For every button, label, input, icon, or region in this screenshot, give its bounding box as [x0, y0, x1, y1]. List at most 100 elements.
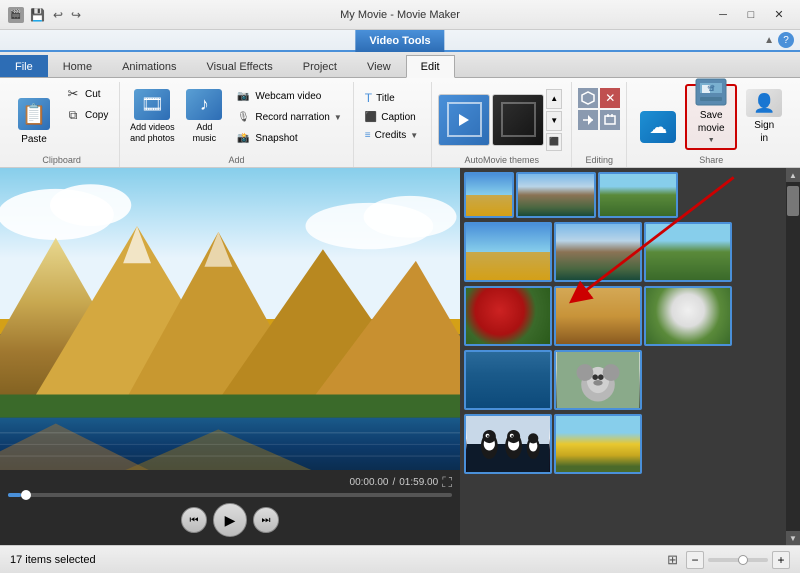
current-time: 00:00.00: [350, 477, 389, 488]
clip-item-partial-3[interactable]: [598, 172, 678, 218]
zoom-out-button[interactable]: −: [686, 551, 704, 569]
narration-dropdown-icon[interactable]: ▼: [334, 113, 342, 122]
title-button[interactable]: T Title: [360, 88, 423, 108]
clipboard-col: ✂ Cut ⧉ Copy: [60, 84, 113, 125]
clipboard-group-label: Clipboard: [4, 155, 119, 165]
clip-item-1[interactable]: [464, 222, 552, 282]
play-button[interactable]: ▶: [213, 503, 247, 537]
clip-item-9[interactable]: [464, 414, 552, 474]
progress-bar[interactable]: [8, 493, 452, 497]
tab-animations[interactable]: Animations: [107, 55, 191, 77]
close-button[interactable]: ✕: [766, 5, 792, 25]
theme-item-2[interactable]: [492, 94, 544, 146]
clip-item-partial-2[interactable]: [516, 172, 596, 218]
tab-project[interactable]: Project: [288, 55, 352, 77]
onedrive-icon: ☁: [640, 111, 676, 143]
clip-item-6[interactable]: [644, 286, 732, 346]
progress-thumb[interactable]: [21, 490, 31, 500]
save-movie-svg: 📽: [694, 77, 728, 107]
zoom-in-button[interactable]: +: [772, 551, 790, 569]
clip-item-5[interactable]: [554, 286, 642, 346]
clip-water-inner: [466, 352, 550, 408]
storyboard: [460, 168, 786, 545]
title-icon: T: [365, 91, 372, 105]
fast-forward-button[interactable]: ⏭: [253, 507, 279, 533]
video-scene-svg: [0, 168, 460, 470]
snapshot-button[interactable]: 📸 Snapshot: [230, 128, 346, 148]
fullscreen-button[interactable]: ⛶: [442, 474, 452, 491]
narration-icon: 🎙: [235, 109, 251, 125]
clip-penguins-inner: [466, 416, 550, 472]
quick-access-undo[interactable]: ↩: [51, 8, 65, 22]
clip-flower-inner: [466, 288, 550, 344]
minimize-button[interactable]: ─: [710, 5, 736, 25]
quick-access-redo[interactable]: ↪: [69, 8, 83, 22]
theme-scroll-down[interactable]: ▼: [546, 111, 562, 131]
clip-item-8[interactable]: [554, 350, 642, 410]
cut-button[interactable]: ✂ Cut: [60, 84, 113, 104]
scroll-down-button[interactable]: ▼: [786, 531, 800, 545]
playback-controls: ⏮ ▶ ⏭: [8, 503, 452, 541]
progress-fill: [8, 493, 21, 497]
sign-in-button[interactable]: 👤 Sign in: [739, 84, 789, 150]
quick-access-save[interactable]: 💾: [28, 8, 47, 22]
title-bar-icons: 🎬 💾 ↩ ↪: [8, 7, 83, 23]
ribbon-group-add: 🎞 Add videos and photos ♪ Add music 📷 We…: [120, 82, 353, 167]
editing-icon-4[interactable]: [600, 110, 620, 130]
zoom-slider[interactable]: [708, 558, 768, 562]
maximize-button[interactable]: □: [738, 5, 764, 25]
clip-item-10[interactable]: [554, 414, 642, 474]
clip-item-partial-1[interactable]: [464, 172, 514, 218]
narration-button[interactable]: 🎙 Record narration ▼: [230, 107, 346, 127]
clip-item-4[interactable]: [464, 286, 552, 346]
clip-sky-inner: [466, 224, 550, 280]
webcam-button[interactable]: 📷 Webcam video: [230, 86, 346, 106]
share-group-label: Share: [627, 155, 795, 165]
clip-item-7[interactable]: [464, 350, 552, 410]
paste-button[interactable]: 📋 Paste: [10, 84, 58, 150]
add-items: 🎞 Add videos and photos ♪ Add music 📷 We…: [126, 84, 346, 153]
ribbon-group-editing: ✕ Editing: [572, 82, 627, 167]
editing-svg-4: [603, 113, 617, 127]
zoom-slider-thumb[interactable]: [738, 555, 748, 565]
add-music-button[interactable]: ♪ Add music: [180, 84, 228, 150]
tab-home[interactable]: Home: [48, 55, 107, 77]
ribbon-group-automovie: ▲ ▼ ⬛ AutoMovie themes: [432, 82, 572, 167]
collapse-ribbon-button[interactable]: ▲: [764, 35, 774, 46]
add-videos-button[interactable]: 🎞 Add videos and photos: [126, 84, 178, 150]
storyboard-scrollbar[interactable]: ▲ ▼: [786, 168, 800, 545]
editing-icon-3[interactable]: [578, 110, 598, 130]
editing-icon-2[interactable]: ✕: [600, 88, 620, 108]
onedrive-button[interactable]: ☁: [633, 84, 683, 150]
caption-button[interactable]: ⬛ Caption: [360, 109, 423, 126]
help-button[interactable]: ?: [778, 32, 794, 48]
sign-in-icon: 👤: [746, 89, 782, 117]
main-area: 00:00.00 / 01:59.00 ⛶ ⏮ ▶ ⏭: [0, 168, 800, 545]
copy-label: Copy: [85, 110, 108, 121]
editing-svg-3: [581, 113, 595, 127]
save-movie-dropdown[interactable]: ▼: [708, 137, 715, 144]
editing-icon-1[interactable]: [578, 88, 598, 108]
clip-item-3[interactable]: [644, 222, 732, 282]
tab-file[interactable]: File: [0, 55, 48, 77]
title-label: Title: [376, 93, 395, 104]
copy-button[interactable]: ⧉ Copy: [60, 105, 113, 125]
save-movie-button[interactable]: 📽 Save movie ▼: [685, 84, 737, 150]
video-tools-band: Video Tools ▲ ?: [0, 30, 800, 52]
clip-item-2[interactable]: [554, 222, 642, 282]
tab-edit[interactable]: Edit: [406, 55, 455, 78]
status-bar: 17 items selected ⊞ − +: [0, 545, 800, 573]
scroll-thumb[interactable]: [787, 186, 799, 216]
theme-scroll-up[interactable]: ▲: [546, 89, 562, 109]
scroll-up-button[interactable]: ▲: [786, 168, 800, 182]
credits-button[interactable]: ≡ Credits ▼: [360, 127, 423, 144]
theme-item-1[interactable]: [438, 94, 490, 146]
items-selected: 17 items selected: [10, 554, 96, 566]
tab-view[interactable]: View: [352, 55, 406, 77]
tab-visual-effects[interactable]: Visual Effects: [192, 55, 288, 77]
theme-scroll-more[interactable]: ⬛: [546, 133, 562, 151]
total-time: 01:59.00: [399, 477, 438, 488]
credits-dropdown-icon[interactable]: ▼: [410, 131, 418, 140]
rewind-button[interactable]: ⏮: [181, 507, 207, 533]
storyboard-view-icon[interactable]: ⊞: [667, 552, 678, 568]
